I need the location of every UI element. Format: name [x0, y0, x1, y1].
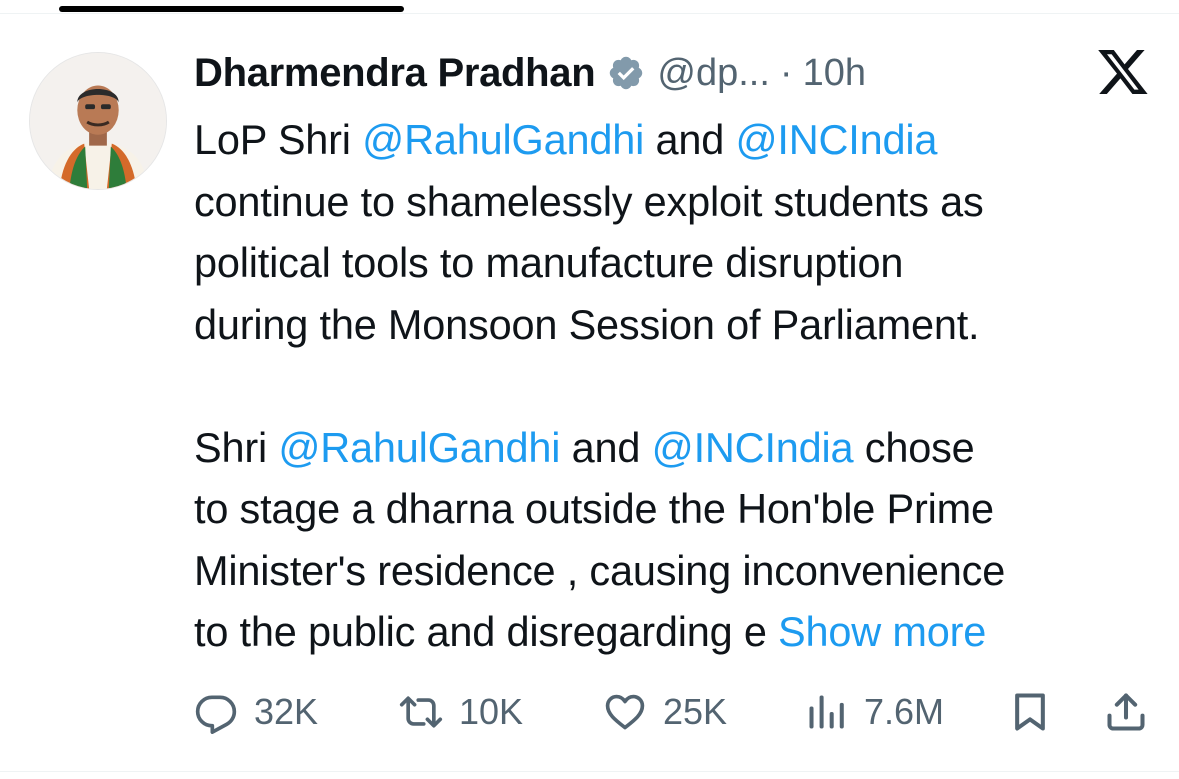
- bookmark-icon: [1008, 690, 1052, 734]
- tweet-text-segment: to the public and disregarding e: [194, 608, 779, 655]
- repost-count: 10K: [459, 691, 524, 732]
- repost-button[interactable]: 10K: [399, 684, 523, 740]
- tweet-text-segment: chose: [853, 423, 975, 471]
- tweet-text-segment: LoP Shri: [194, 116, 363, 163]
- mention-link[interactable]: @RahulGandhi: [362, 116, 644, 163]
- tweet-text-line: Minister's residence , causing inconveni…: [194, 540, 1159, 602]
- tweet-text-line: during the Monsoon Session of Parliament…: [194, 294, 1159, 356]
- mention-link[interactable]: @INCIndia: [735, 116, 937, 163]
- views-count: 7.6M: [864, 691, 945, 732]
- tweet-text-segment: and: [644, 116, 736, 163]
- tweet-text-line: Shri @RahulGandhi and @INCIndia chose: [194, 417, 1159, 479]
- mention-link[interactable]: @RahulGandhi: [278, 424, 560, 471]
- show-more-link[interactable]: Show more: [778, 608, 986, 655]
- views-icon: [804, 690, 848, 734]
- tweet-text-segment: to stage a dharna outside the Hon'ble Pr…: [194, 485, 994, 532]
- avatar-photo: [30, 53, 166, 189]
- mention-link[interactable]: @INCIndia: [652, 424, 854, 471]
- tweet-text-segment: and: [560, 423, 652, 471]
- tweet-text-line: to stage a dharna outside the Hon'ble Pr…: [194, 478, 1159, 540]
- author-handle[interactable]: @dp...: [657, 52, 770, 95]
- author-name[interactable]: Dharmendra Pradhan: [194, 51, 596, 96]
- like-count: 25K: [663, 691, 728, 732]
- heart-icon: [603, 690, 647, 734]
- bookmark-button[interactable]: [1008, 684, 1052, 740]
- top-bar: [59, 6, 404, 12]
- share-button[interactable]: [1104, 684, 1148, 740]
- reply-button[interactable]: 32K: [194, 684, 318, 740]
- action-bar: 32K 10K 25K 7.6M: [194, 684, 1154, 740]
- paragraph-break: [194, 355, 1159, 417]
- verified-badge-icon: [607, 54, 645, 92]
- like-button[interactable]: 25K: [603, 684, 727, 740]
- header-separator: ·: [779, 51, 793, 94]
- tweet-text-segment: during the Monsoon Session of Parliament…: [194, 300, 980, 348]
- tweet-text-segment: Shri: [194, 423, 279, 471]
- share-icon: [1104, 690, 1148, 734]
- tweet-header: Dharmendra Pradhan @dp... · 10h: [194, 48, 866, 98]
- views-button[interactable]: 7.6M: [804, 684, 944, 740]
- tweet-text-line: political tools to manufacture disruptio…: [194, 232, 1159, 294]
- avatar[interactable]: [29, 52, 167, 190]
- tweet-text-segment: continue to shamelessly exploit students…: [194, 177, 984, 225]
- reply-icon: [194, 690, 238, 734]
- reply-count: 32K: [254, 691, 319, 732]
- repost-icon: [399, 690, 443, 734]
- tweet-text: LoP Shri @RahulGandhi and @INCIndia conti…: [194, 109, 1159, 663]
- tweet-timestamp[interactable]: 10h: [803, 52, 866, 95]
- tweet-text-line: to the public and disregarding e Show mo…: [194, 601, 1159, 663]
- tweet-text-line: LoP Shri @RahulGandhi and @INCIndia: [194, 109, 1159, 171]
- tweet-text-segment: Minister's residence , causing inconveni…: [194, 546, 1006, 594]
- bottom-divider: [0, 771, 1179, 772]
- tweet-text-segment: political tools to manufacture disruptio…: [194, 239, 904, 286]
- tweet-text-line: continue to shamelessly exploit students…: [194, 171, 1159, 233]
- top-divider: [0, 13, 1179, 14]
- x-logo-icon: [1096, 48, 1148, 96]
